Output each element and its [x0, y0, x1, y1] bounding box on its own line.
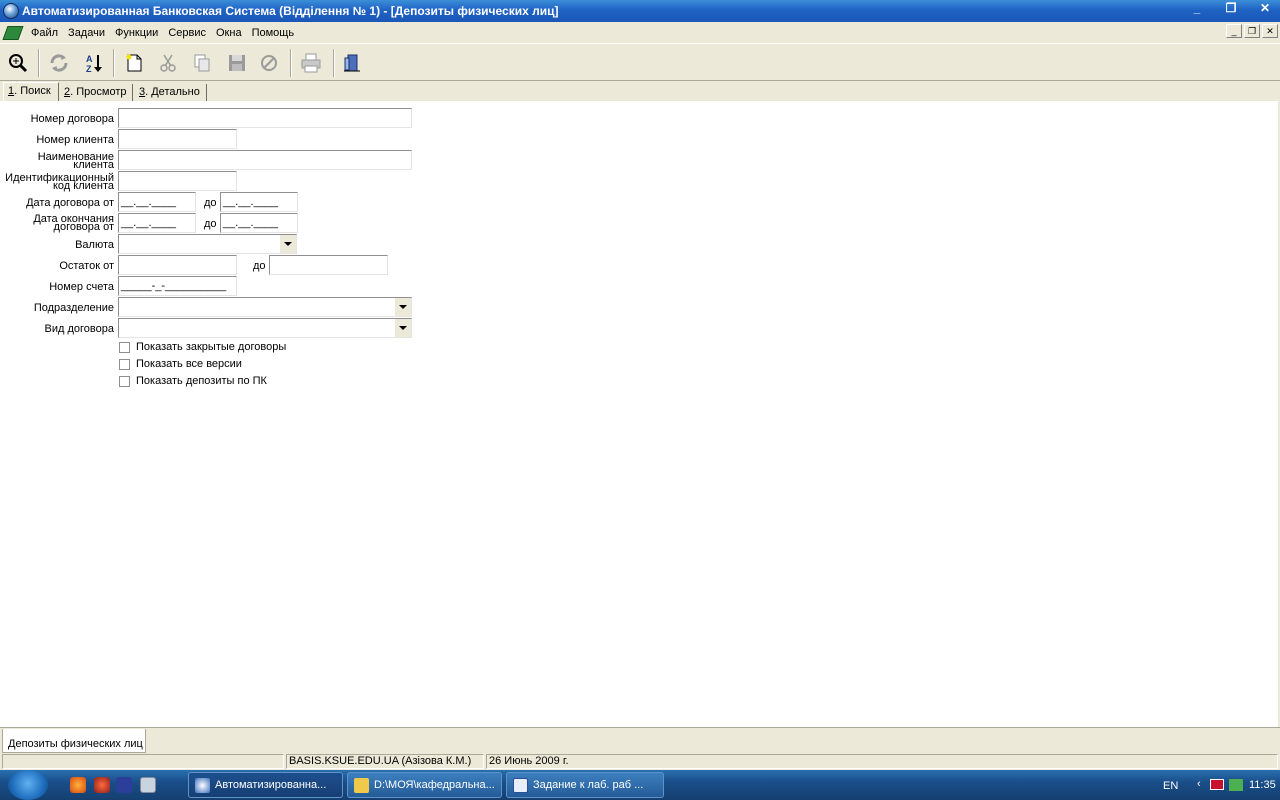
close-icon[interactable]: ✕: [1254, 0, 1276, 16]
chevron-down-icon[interactable]: [394, 319, 411, 337]
exit-icon[interactable]: [339, 50, 365, 76]
task-word[interactable]: Задание к лаб. раб ...: [506, 772, 664, 798]
app-icon: [3, 3, 19, 19]
status-server-user: BASIS.KSUE.EDU.UA (Азізова К.М.): [286, 754, 484, 769]
client-number-field[interactable]: [118, 129, 237, 149]
child-minimize-icon[interactable]: _: [1226, 24, 1242, 38]
firefox-icon[interactable]: [70, 777, 86, 793]
contract-number-label: Номер договора: [30, 113, 114, 125]
end-date-from-field[interactable]: __.__.____: [118, 213, 196, 233]
abs-app-icon: [195, 778, 210, 793]
chevron-down-icon[interactable]: [394, 298, 411, 316]
show-all-versions-checkbox[interactable]: [119, 359, 130, 370]
menu-service[interactable]: Сервис: [163, 27, 211, 39]
maximize-icon[interactable]: ❐: [1220, 0, 1242, 16]
clock[interactable]: 11:35: [1249, 779, 1276, 791]
menu-windows[interactable]: Окна: [211, 27, 247, 39]
contract-type-label: Вид договора: [44, 323, 114, 335]
contract-date-from-field[interactable]: __.__.____: [118, 192, 196, 212]
client-name-field[interactable]: [118, 150, 412, 170]
contract-date-to-field[interactable]: __.__.____: [220, 192, 298, 212]
language-indicator[interactable]: EN: [1163, 780, 1178, 792]
task-abs-app[interactable]: Автоматизированна...: [188, 772, 343, 798]
menu-bar: Файл Задачи Функции Сервис Окна Помощь _…: [0, 22, 1280, 43]
balance-to-label: до: [253, 260, 266, 272]
show-closed-checkbox[interactable]: [119, 342, 130, 353]
new-document-icon[interactable]: [121, 50, 147, 76]
menu-help[interactable]: Помощь: [247, 27, 300, 39]
balance-from-field[interactable]: [118, 255, 237, 275]
show-all-versions-label[interactable]: Показать все версии: [136, 358, 242, 370]
flag-icon[interactable]: [1210, 779, 1224, 790]
window-tab-strip: Депозиты физических лиц: [0, 727, 1280, 753]
tab-search[interactable]: 1. Поиск: [3, 82, 59, 101]
app-logo-icon: [2, 25, 24, 40]
zoom-search-icon[interactable]: [5, 50, 31, 76]
contract-number-field[interactable]: [118, 108, 412, 128]
menu-file[interactable]: Файл: [26, 27, 63, 39]
window-tab-deposits[interactable]: Депозиты физических лиц: [2, 729, 146, 753]
child-restore-icon[interactable]: ❐: [1244, 24, 1260, 38]
status-bar: BASIS.KSUE.EDU.UA (Азізова К.М.) 26 Июнь…: [0, 753, 1280, 770]
title-bar[interactable]: Автоматизированная Банковская Система (В…: [0, 0, 1280, 22]
end-date-to-label: до: [204, 218, 217, 230]
word-document-icon: [513, 778, 528, 793]
menu-functions[interactable]: Функции: [110, 27, 163, 39]
balance-to-field[interactable]: [269, 255, 388, 275]
start-button[interactable]: [8, 770, 48, 800]
svg-text:Z: Z: [86, 64, 92, 74]
child-close-icon[interactable]: ✕: [1262, 24, 1278, 38]
chevron-left-icon[interactable]: ‹: [1197, 778, 1201, 790]
account-number-field[interactable]: _____-_-__________: [118, 276, 237, 296]
cancel-icon[interactable]: [256, 50, 282, 76]
currency-label: Валюта: [75, 239, 114, 251]
cut-icon[interactable]: [155, 50, 181, 76]
client-number-label: Номер клиента: [36, 134, 114, 146]
currency-select[interactable]: [118, 234, 297, 254]
balance-label: Остаток от: [59, 260, 114, 272]
tab-view[interactable]: 2. Просмотр: [60, 84, 133, 101]
print-icon[interactable]: [298, 50, 324, 76]
show-closed-label[interactable]: Показать закрытые договоры: [136, 341, 286, 353]
subdivision-label: Подразделение: [33, 302, 114, 314]
client-id-field[interactable]: [118, 171, 237, 191]
status-date: 26 Июнь 2009 г.: [486, 754, 1278, 769]
tab-strip: 1. Поиск 2. Просмотр 3. Детально: [0, 82, 1280, 101]
taskbar: Автоматизированна... D:\МОЯ\кафедральна.…: [0, 770, 1280, 800]
contract-type-select[interactable]: [118, 318, 412, 338]
window-title: Автоматизированная Банковская Система (В…: [22, 4, 559, 18]
search-panel: Номер договора Номер клиента Наименовани…: [0, 101, 1280, 727]
account-number-label: Номер счета: [49, 281, 114, 293]
show-pk-deposits-label[interactable]: Показать депозиты по ПК: [136, 375, 267, 387]
contract-date-to-label: до: [204, 197, 217, 209]
menu-tasks[interactable]: Задачи: [63, 27, 110, 39]
end-date-label-2: договора от: [53, 221, 114, 233]
chevron-down-icon[interactable]: [279, 235, 296, 253]
toolbar: AZ: [0, 43, 1280, 81]
minimize-icon[interactable]: _: [1186, 0, 1208, 16]
browser-icon[interactable]: [94, 777, 110, 793]
client-name-label-2: клиента: [73, 159, 114, 171]
save-icon[interactable]: [224, 50, 250, 76]
client-id-label-2: код клиента: [52, 180, 114, 192]
copy-icon[interactable]: [189, 50, 215, 76]
network-icon[interactable]: [1229, 779, 1243, 791]
system-tray: EN ‹ 11:35: [1145, 770, 1280, 800]
calculator-icon[interactable]: [140, 777, 156, 793]
svg-text:A: A: [86, 54, 93, 64]
subdivision-select[interactable]: [118, 297, 412, 317]
end-date-to-field[interactable]: __.__.____: [220, 213, 298, 233]
tab-details[interactable]: 3. Детально: [135, 84, 207, 101]
contract-date-label: Дата договора от: [26, 197, 114, 209]
app-quicklaunch-icon[interactable]: [116, 777, 132, 793]
task-explorer[interactable]: D:\МОЯ\кафедральна...: [347, 772, 502, 798]
sort-az-icon[interactable]: AZ: [81, 50, 107, 76]
show-pk-deposits-checkbox[interactable]: [119, 376, 130, 387]
refresh-icon[interactable]: [46, 50, 72, 76]
folder-icon: [354, 778, 369, 793]
status-cell-empty: [2, 754, 284, 769]
